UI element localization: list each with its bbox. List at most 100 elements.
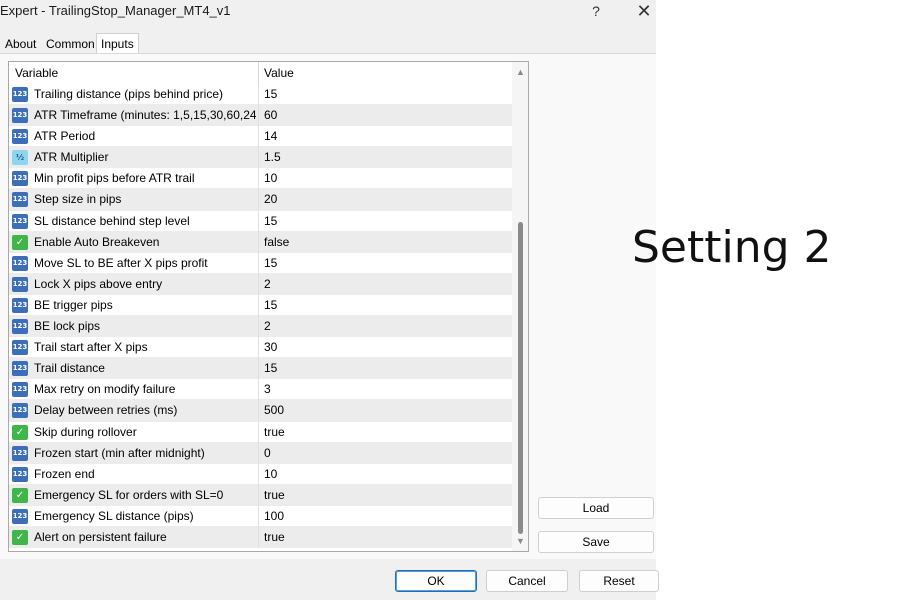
close-button[interactable]: ✕: [624, 0, 664, 24]
column-header-value[interactable]: Value: [264, 62, 294, 84]
cell-divider: [258, 231, 259, 253]
table-row[interactable]: 123 Frozen end 10: [9, 463, 512, 485]
save-button[interactable]: Save: [538, 531, 654, 553]
grid-rows: 123 Trailing distance (pips behind price)…: [9, 84, 512, 549]
table-row[interactable]: 123 Move SL to BE after X pips profit 15: [9, 252, 512, 274]
variable-value[interactable]: 15: [264, 211, 277, 232]
variable-name: Emergency SL distance (pips): [34, 508, 194, 523]
variable-value[interactable]: 20: [264, 189, 277, 210]
variable-value[interactable]: 1.5: [264, 147, 281, 168]
integer-type-icon: 123: [12, 403, 28, 419]
table-row[interactable]: ✓ Skip during rollover true: [9, 421, 512, 443]
grid-header: Variable Value: [9, 62, 512, 84]
table-row[interactable]: 123 BE trigger pips 15: [9, 294, 512, 317]
table-row[interactable]: 123 Trail distance 15: [9, 358, 512, 380]
variable-value[interactable]: 15: [264, 295, 277, 316]
variable-value[interactable]: 15: [264, 358, 277, 379]
variable-name: BE trigger pips: [34, 297, 113, 312]
table-row[interactable]: 123 Frozen start (min after midnight) 0: [9, 442, 512, 464]
variable-value[interactable]: 60: [264, 105, 277, 126]
variable-value[interactable]: 30: [264, 337, 277, 358]
scrollbar-thumb[interactable]: [518, 222, 523, 534]
variable-value[interactable]: 500: [264, 400, 284, 421]
variable-name: Delay between retries (ms): [34, 403, 178, 418]
table-row[interactable]: 123 Lock X pips above entry 2: [9, 273, 512, 295]
variable-value[interactable]: 2: [264, 274, 271, 295]
table-row[interactable]: 123 ATR Timeframe (minutes: 1,5,15,30,60,…: [9, 105, 512, 127]
table-row[interactable]: 123 Delay between retries (ms) 500: [9, 400, 512, 422]
tab-inputs[interactable]: Inputs: [96, 33, 139, 54]
integer-type-icon: 123: [12, 297, 28, 313]
table-row[interactable]: 123 Trail start after X pips 30: [9, 337, 512, 359]
integer-type-icon: 123: [12, 382, 28, 398]
tab-common[interactable]: Common: [42, 35, 99, 53]
table-row[interactable]: ✓ Alert on persistent failure true: [9, 526, 512, 549]
column-header-variable[interactable]: Variable: [15, 62, 58, 84]
cell-divider: [258, 337, 259, 359]
reset-button[interactable]: Reset: [579, 570, 659, 592]
cell-divider: [258, 442, 259, 464]
variable-name: Move SL to BE after X pips profit: [34, 255, 208, 270]
cell-divider: [258, 252, 259, 274]
integer-type-icon: 123: [12, 192, 28, 208]
column-divider[interactable]: [258, 62, 259, 84]
table-row[interactable]: 123 Max retry on modify failure 3: [9, 379, 512, 401]
variable-value[interactable]: 0: [264, 443, 271, 464]
load-button[interactable]: Load: [538, 497, 654, 519]
variable-name: Lock X pips above entry: [34, 276, 163, 291]
table-row[interactable]: ½ ATR Multiplier 1.5: [9, 147, 512, 169]
cell-divider: [258, 105, 259, 127]
variable-value[interactable]: true: [264, 485, 285, 506]
variable-value[interactable]: 14: [264, 126, 277, 147]
vertical-scrollbar[interactable]: ▲ ▼: [512, 62, 528, 551]
table-row[interactable]: ✓ Emergency SL for orders with SL=0 true: [9, 484, 512, 506]
table-row[interactable]: 123 Emergency SL distance (pips) 100: [9, 505, 512, 527]
variable-name: Trailing distance (pips behind price): [34, 87, 223, 101]
variable-value[interactable]: 2: [264, 316, 271, 337]
variable-name: ATR Multiplier: [34, 150, 109, 165]
help-button[interactable]: ?: [576, 0, 616, 24]
integer-type-icon: 123: [12, 508, 28, 524]
cell-divider: [258, 210, 259, 232]
table-row[interactable]: 123 ATR Period 14: [9, 126, 512, 148]
window-title: Expert - TrailingStop_Manager_MT4_v1: [0, 3, 231, 18]
table-row[interactable]: ✓ Enable Auto Breakeven false: [9, 231, 512, 253]
variable-value[interactable]: 10: [264, 168, 277, 189]
variable-value[interactable]: 3: [264, 379, 271, 400]
table-row[interactable]: 123 Step size in pips 20: [9, 189, 512, 211]
bool-type-icon: ✓: [12, 234, 28, 250]
ok-button[interactable]: OK: [395, 570, 477, 592]
table-row[interactable]: 123 SL distance behind step level 15: [9, 210, 512, 232]
variable-name: Min profit pips before ATR trail: [34, 171, 195, 186]
variable-name: Frozen end: [34, 466, 95, 481]
cancel-button[interactable]: Cancel: [486, 570, 568, 592]
table-row[interactable]: 123 BE lock pips 2: [9, 316, 512, 338]
variable-value[interactable]: true: [264, 422, 285, 443]
table-row[interactable]: 123 Trailing distance (pips behind price)…: [9, 84, 512, 106]
variable-name: SL distance behind step level: [34, 213, 190, 228]
variable-value[interactable]: 15: [264, 253, 277, 274]
bool-type-icon: ✓: [12, 487, 28, 503]
integer-type-icon: 123: [12, 108, 28, 124]
variable-value[interactable]: true: [264, 527, 285, 548]
variable-name: Trail start after X pips: [34, 340, 148, 355]
expert-dialog: Expert - TrailingStop_Manager_MT4_v1 ? ✕…: [0, 0, 659, 600]
variable-value[interactable]: 15: [264, 84, 277, 105]
table-row[interactable]: 123 Min profit pips before ATR trail 10: [9, 168, 512, 190]
integer-type-icon: 123: [12, 466, 28, 482]
bool-type-icon: ✓: [12, 424, 28, 440]
integer-type-icon: 123: [12, 171, 28, 187]
variable-name: ATR Timeframe (minutes: 1,5,15,30,60,240…: [34, 108, 256, 123]
variable-name: BE lock pips: [34, 319, 101, 334]
variable-value[interactable]: 100: [264, 506, 284, 527]
cell-divider: [258, 505, 259, 527]
variable-value[interactable]: false: [264, 232, 289, 253]
variable-name: Frozen start (min after midnight): [34, 445, 205, 460]
scroll-up-arrow-icon[interactable]: ▲: [512, 64, 528, 81]
tab-about[interactable]: About: [1, 35, 40, 53]
cell-divider: [258, 147, 259, 169]
variable-value[interactable]: 10: [264, 464, 277, 485]
scroll-down-arrow-icon[interactable]: ▼: [512, 533, 528, 550]
title-bar: Expert - TrailingStop_Manager_MT4_v1 ? ✕: [0, 0, 656, 24]
cell-divider: [258, 189, 259, 211]
